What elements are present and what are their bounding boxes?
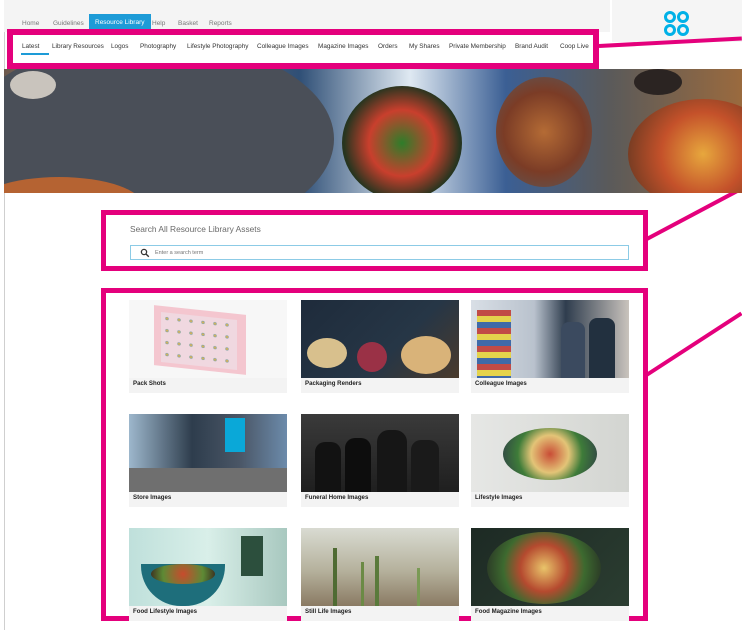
dark-drink: [634, 69, 682, 95]
category-card-colleague-images[interactable]: Colleague Images: [471, 300, 629, 393]
card-image: [301, 528, 459, 606]
search-box[interactable]: [130, 245, 629, 260]
card-label: Food Magazine Images: [475, 608, 542, 615]
asset-gallery: Pack Shots Packaging Renders Colleague I…: [101, 288, 648, 621]
card-label: Lifestyle Images: [475, 494, 523, 501]
category-card-lifestyle-images[interactable]: Lifestyle Images: [471, 414, 629, 507]
top-nav-reports[interactable]: Reports: [209, 20, 232, 27]
sub-nav-photography[interactable]: Photography: [140, 43, 176, 50]
category-card-store-images[interactable]: Store Images: [129, 414, 287, 507]
top-nav-home[interactable]: Home: [22, 20, 39, 27]
card-label: Packaging Renders: [305, 380, 362, 387]
hero-banner: [4, 69, 742, 193]
card-image: [129, 528, 287, 606]
sub-nav-coop-live[interactable]: Coop Live: [560, 43, 589, 50]
card-label: Still Life Images: [305, 608, 352, 615]
top-nav: Home Guidelines Resource Library Help Ba…: [4, 0, 610, 32]
search-input[interactable]: [155, 248, 615, 258]
card-label: Food Lifestyle Images: [133, 608, 197, 615]
category-card-funeral-home-images[interactable]: Funeral Home Images: [301, 414, 459, 507]
card-image: [301, 300, 459, 378]
sub-nav-latest[interactable]: Latest: [22, 43, 39, 50]
active-tab-underline: [21, 53, 49, 55]
sub-nav-my-shares[interactable]: My Shares: [409, 43, 440, 50]
logo-area: [612, 0, 742, 42]
salad-plate: [342, 86, 462, 193]
category-card-packaging-renders[interactable]: Packaging Renders: [301, 300, 459, 393]
wrapped-food: [496, 77, 592, 187]
top-nav-guidelines[interactable]: Guidelines: [53, 20, 84, 27]
category-card-food-magazine-images[interactable]: Food Magazine Images: [471, 528, 629, 621]
card-image: [471, 300, 629, 378]
category-card-food-lifestyle-images[interactable]: Food Lifestyle Images: [129, 528, 287, 621]
card-label: Store Images: [133, 494, 172, 501]
category-card-still-life-images[interactable]: Still Life Images: [301, 528, 459, 621]
category-card-pack-shots[interactable]: Pack Shots: [129, 300, 287, 393]
search-title: Search All Resource Library Assets: [130, 224, 261, 234]
search-icon[interactable]: [140, 248, 150, 258]
top-nav-help[interactable]: Help: [152, 20, 165, 27]
top-nav-basket[interactable]: Basket: [178, 20, 198, 27]
card-image: [129, 414, 287, 492]
sub-nav: Latest Library Resources Logos Photograp…: [7, 29, 599, 69]
card-label: Pack Shots: [133, 380, 166, 387]
sub-nav-logos[interactable]: Logos: [111, 43, 128, 50]
card-image: [471, 414, 629, 492]
search-panel: Search All Resource Library Assets: [101, 210, 648, 271]
sub-nav-orders[interactable]: Orders: [378, 43, 398, 50]
card-label: Colleague Images: [475, 380, 527, 387]
sub-nav-brand-audit[interactable]: Brand Audit: [515, 43, 548, 50]
card-label: Funeral Home Images: [305, 494, 369, 501]
sub-nav-library-resources[interactable]: Library Resources: [52, 43, 104, 50]
sub-nav-colleague-images[interactable]: Colleague Images: [257, 43, 309, 50]
card-image: [301, 414, 459, 492]
sub-nav-lifestyle-photography[interactable]: Lifestyle Photography: [187, 43, 248, 50]
coop-logo-icon[interactable]: [664, 11, 690, 37]
sub-nav-magazine-images[interactable]: Magazine Images: [318, 43, 368, 50]
card-image: [129, 300, 287, 378]
spice-bowl: [10, 71, 56, 99]
sub-nav-private-membership[interactable]: Private Membership: [449, 43, 506, 50]
card-image: [471, 528, 629, 606]
